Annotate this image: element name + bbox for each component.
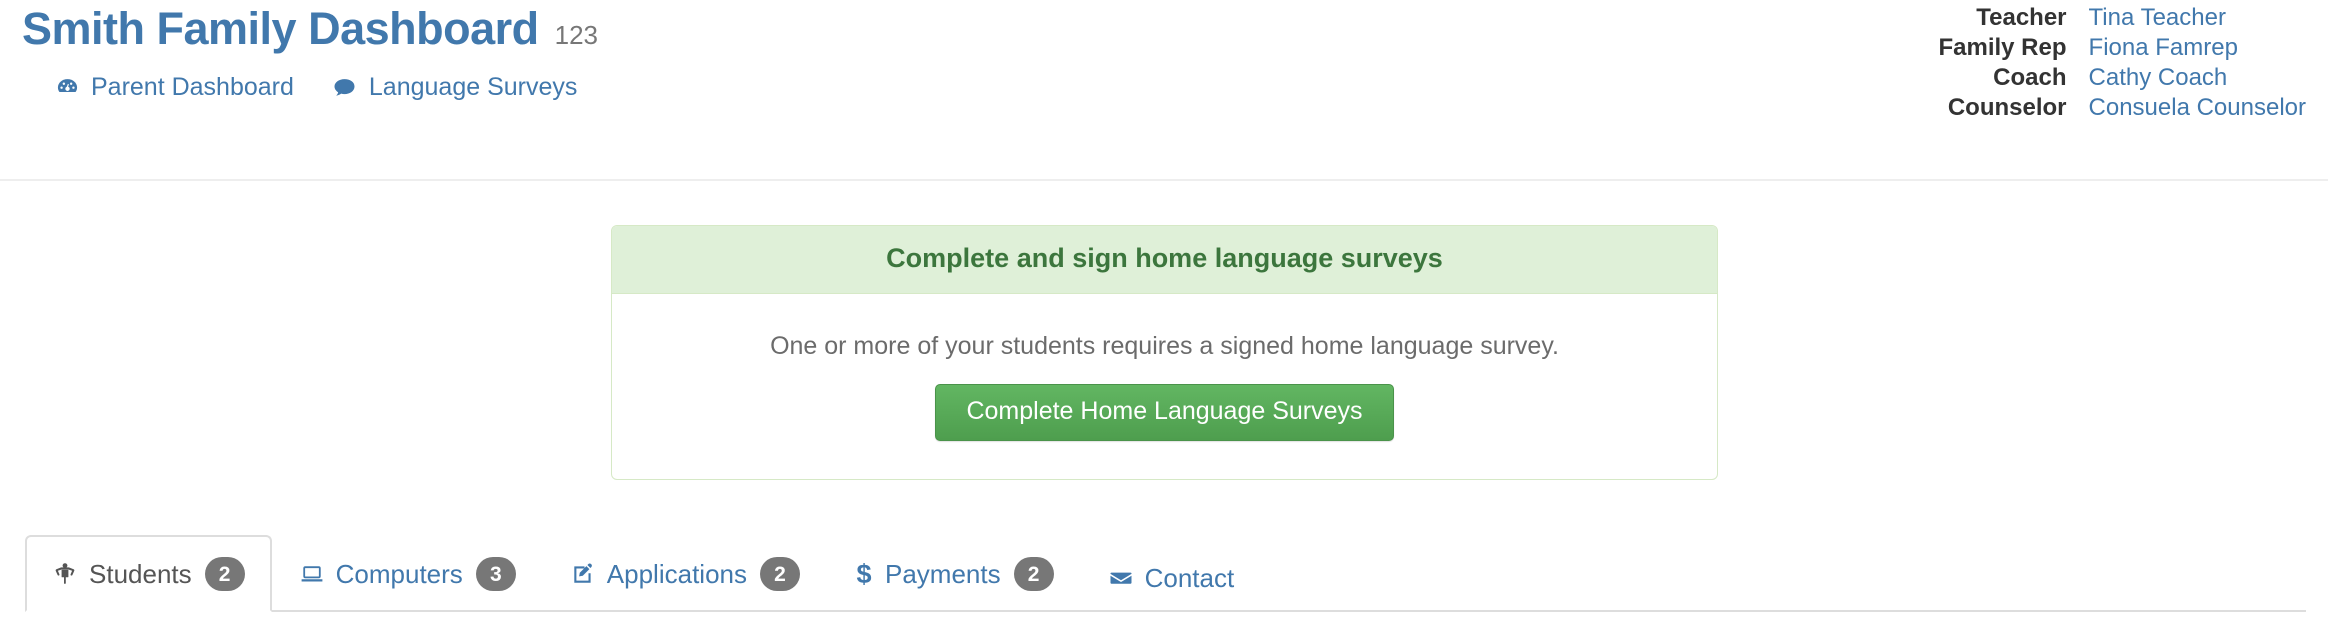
panel-body: One or more of your students requires a … — [612, 294, 1717, 479]
panel-body-text: One or more of your students requires a … — [770, 331, 1559, 360]
tab-students[interactable]: Students 2 — [25, 535, 272, 612]
language-survey-panel: Complete and sign home language surveys … — [611, 225, 1718, 480]
tab-payments[interactable]: $ Payments 2 — [827, 535, 1081, 612]
tab-label: Students — [89, 559, 192, 589]
tab-contact[interactable]: Contact — [1081, 543, 1262, 612]
tab-badge: 2 — [760, 557, 800, 591]
comment-icon — [332, 74, 358, 100]
contact-role-label: Teacher — [1976, 4, 2067, 31]
tab-badge: 2 — [204, 557, 245, 591]
contact-link[interactable]: Tina Teacher — [2089, 4, 2226, 31]
header-left: Smith Family Dashboard 123 Parent Dashbo… — [22, 0, 598, 102]
contact-name-cell: Cathy Coach — [2089, 64, 2306, 94]
pencil-square-icon — [570, 561, 596, 587]
nav-link-label: Parent Dashboard — [91, 72, 294, 101]
tab-label: Payments — [885, 559, 1001, 589]
contact-row: Family Rep Fiona Famrep — [1938, 34, 2306, 64]
page-title: Smith Family Dashboard — [22, 3, 539, 54]
envelope-icon — [1108, 565, 1134, 591]
contact-role-label: Family Rep — [1938, 34, 2067, 62]
dashboard-tabs: Students 2 Computers 3 Applications 2 $ … — [25, 530, 2306, 612]
contact-link[interactable]: Fiona Famrep — [2089, 34, 2238, 61]
contact-row: Coach Cathy Coach — [1938, 64, 2306, 94]
nav-link-label: Language Surveys — [368, 72, 578, 101]
dollar-icon: $ — [856, 558, 872, 589]
contact-link[interactable]: Cathy Coach — [2089, 64, 2228, 91]
panel-heading: Complete and sign home language surveys — [612, 226, 1717, 294]
complete-home-language-surveys-button[interactable]: Complete Home Language Surveys — [935, 384, 1394, 441]
tab-label: Applications — [606, 559, 747, 589]
contact-role-label: Coach — [1993, 64, 2067, 92]
panel-title: Complete and sign home language surveys — [886, 243, 1443, 273]
contact-name-cell: Consuela Counselor — [2089, 94, 2306, 124]
title-row: Smith Family Dashboard 123 — [22, 0, 598, 54]
contact-name-cell: Tina Teacher — [2089, 4, 2306, 34]
tab-badge: 2 — [1013, 557, 1054, 591]
tab-applications[interactable]: Applications 2 — [543, 535, 827, 612]
tab-badge: 3 — [475, 557, 516, 591]
nav-link-parent-dashboard[interactable]: Parent Dashboard — [54, 73, 294, 102]
nav-link-language-surveys[interactable]: Language Surveys — [332, 73, 577, 102]
tachometer-icon — [54, 74, 80, 100]
contact-table: Teacher Tina Teacher Family Rep Fiona Fa… — [1938, 4, 2306, 124]
page-header: Smith Family Dashboard 123 Parent Dashbo… — [0, 0, 2328, 181]
language-survey-panel-wrapper: Complete and sign home language surveys … — [611, 225, 1718, 480]
contact-link[interactable]: Consuela Counselor — [2089, 94, 2306, 121]
tab-computers[interactable]: Computers 3 — [272, 535, 543, 612]
header-nav: Parent Dashboard Language Surveys — [22, 73, 598, 102]
contact-row: Counselor Consuela Counselor — [1938, 94, 2306, 124]
page-title-suffix: 123 — [554, 20, 598, 50]
contact-name-cell: Fiona Famrep — [2089, 34, 2306, 64]
contact-row: Teacher Tina Teacher — [1938, 4, 2306, 34]
child-icon — [52, 561, 78, 587]
tab-label: Contact — [1144, 563, 1235, 593]
laptop-icon — [299, 561, 325, 587]
contact-role-label: Counselor — [1947, 94, 2067, 122]
tab-label: Computers — [335, 559, 463, 589]
header-contacts: Teacher Tina Teacher Family Rep Fiona Fa… — [1938, 4, 2306, 124]
